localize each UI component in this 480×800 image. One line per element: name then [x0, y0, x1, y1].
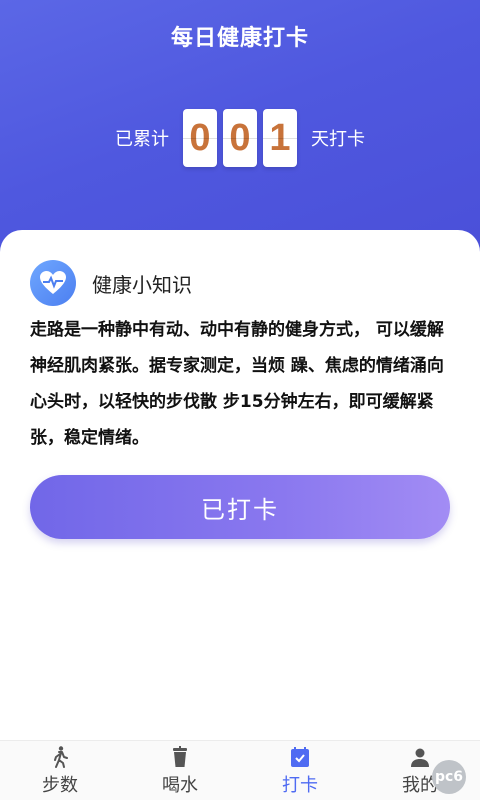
tab-label: 步数 — [42, 774, 78, 796]
tip-header: 健康小知识 — [30, 260, 192, 306]
bottom-tab-bar: 步数 喝水 打卡 我的 — [0, 740, 480, 800]
page-title: 每日健康打卡 — [170, 26, 309, 51]
heart-pulse-icon — [30, 260, 76, 306]
health-tip-card: 健康小知识 走路是一种静中有动、动中有静的健身方式， 可以缓解神经肌肉紧张。据专… — [0, 230, 480, 750]
tab-water[interactable]: 喝水 — [120, 741, 240, 800]
tip-body: 走路是一种静中有动、动中有静的健身方式， 可以缓解神经肌肉紧张。据专家测定，当烦… — [30, 320, 444, 448]
counter-suffix: 天打卡 — [311, 129, 365, 150]
tab-label: 喝水 — [162, 774, 198, 796]
tab-checkin[interactable]: 打卡 — [240, 741, 360, 800]
calendar-check-icon — [291, 746, 309, 767]
counter-digit: 0 — [223, 109, 257, 167]
counter-digits: 0 0 1 — [183, 109, 297, 167]
watermark-icon: pc6 — [432, 760, 466, 794]
checkin-counter: 已累计 0 0 1 天打卡 — [0, 108, 480, 168]
counter-digit: 1 — [263, 109, 297, 167]
tab-steps[interactable]: 步数 — [0, 741, 120, 800]
user-icon — [411, 748, 429, 767]
counter-prefix: 已累计 — [115, 129, 169, 150]
tip-title: 健康小知识 — [92, 272, 192, 297]
counter-digit: 0 — [183, 109, 217, 167]
checkin-button[interactable]: 已打卡 — [30, 475, 450, 539]
watermark-logo: pc6 — [432, 760, 470, 794]
tab-label: 打卡 — [282, 774, 318, 796]
cup-icon — [173, 745, 187, 767]
walking-icon — [54, 745, 68, 768]
